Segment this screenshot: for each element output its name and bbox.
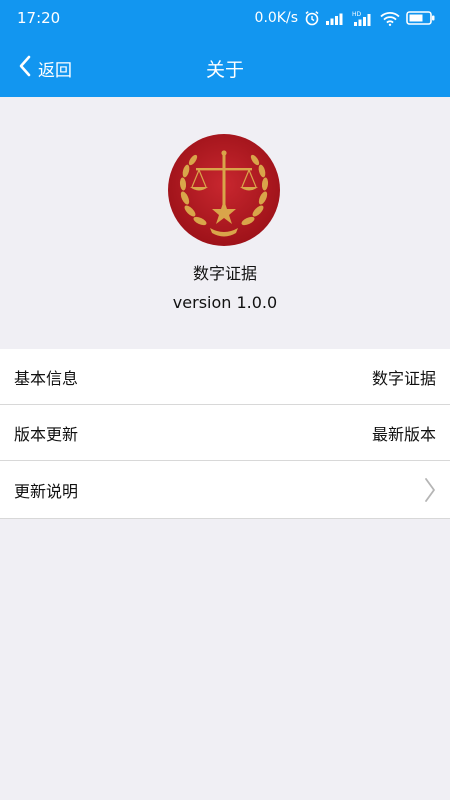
basic-info-row[interactable]: 基本信息 数字证据 [0,349,450,405]
app-logo [166,132,282,248]
status-time: 17:20 [17,9,61,27]
signal-icon [326,11,346,25]
svg-text:HD: HD [352,11,362,18]
app-header: 17:20 0.0K/s HD 返回 关于 [0,0,450,97]
basic-info-value: 数字证据 [371,368,436,388]
scales-of-justice-emblem-icon [168,134,280,246]
version-update-label: 版本更新 [14,424,79,444]
app-version: version 1.0.0 [172,293,278,312]
navigation-bar: 返回 关于 [0,38,450,97]
settings-list: 基本信息 数字证据 版本更新 最新版本 更新说明 [0,349,450,519]
page-title: 关于 [205,59,244,81]
chevron-right-icon [424,477,436,503]
release-notes-row[interactable]: 更新说明 [0,461,450,518]
status-bar: 17:20 0.0K/s HD [0,0,450,38]
release-notes-label: 更新说明 [14,481,79,501]
app-name: 数字证据 [192,264,257,283]
status-icons: 0.0K/s HD [255,7,436,29]
version-update-value: 最新版本 [371,424,436,444]
wifi-icon [380,11,400,26]
network-speed: 0.0K/s [254,10,298,26]
basic-info-label: 基本信息 [14,368,79,388]
battery-icon [406,11,436,25]
alarm-icon [304,10,320,26]
version-update-row[interactable]: 版本更新 最新版本 [0,405,450,461]
hd-signal-icon: HD [352,10,374,26]
